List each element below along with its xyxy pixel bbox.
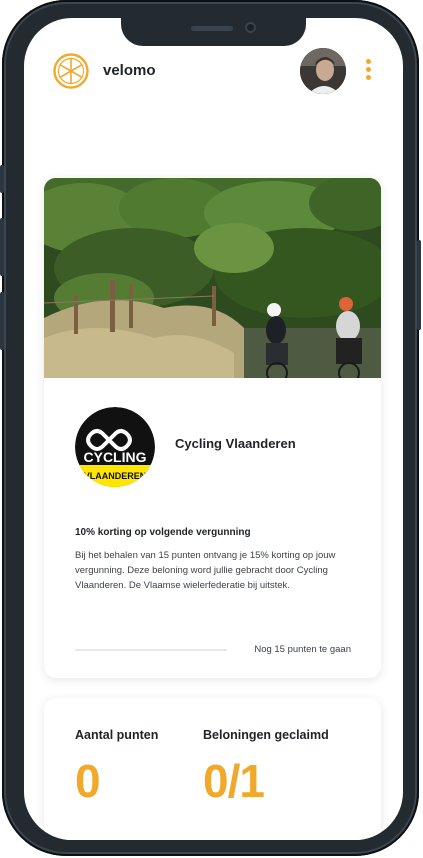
orange-slice-icon[interactable] bbox=[52, 52, 90, 90]
reward-description: Bij het behalen van 15 punten ontvang je… bbox=[75, 550, 336, 591]
points-value: 0 bbox=[75, 755, 101, 807]
more-vertical-icon[interactable] bbox=[363, 59, 373, 83]
sponsor-logo: CYCLING VLAANDEREN bbox=[75, 407, 155, 487]
rewards-claimed-value: 0/1 bbox=[203, 755, 265, 807]
reward-title: 10% korting op volgende vergunning bbox=[75, 527, 251, 538]
user-avatar[interactable] bbox=[300, 48, 346, 94]
cyclists-hero-photo bbox=[44, 178, 381, 378]
points-label: Aantal punten bbox=[75, 728, 159, 742]
side-button-volume-up bbox=[0, 218, 4, 276]
app-screen: velomo CYCLING VLAANDEREN Cycling Vlaand… bbox=[24, 18, 403, 840]
progress-bar bbox=[75, 649, 227, 651]
app-header: velomo bbox=[24, 48, 403, 98]
stats-card: Aantal punten 0 Beloningen geclaimd 0/1 bbox=[44, 698, 381, 840]
progress-text: Nog 15 punten te gaan bbox=[254, 644, 351, 655]
phone-frame: velomo CYCLING VLAANDEREN Cycling Vlaand… bbox=[0, 0, 421, 856]
side-button-volume-down bbox=[0, 292, 4, 350]
sponsor-name: Cycling Vlaanderen bbox=[175, 436, 296, 451]
front-camera bbox=[245, 22, 256, 33]
rewards-claimed-label: Beloningen geclaimd bbox=[203, 728, 329, 742]
reward-card[interactable]: CYCLING VLAANDEREN Cycling Vlaanderen 10… bbox=[44, 178, 381, 678]
notch bbox=[121, 18, 306, 46]
logo-text-cycling: CYCLING bbox=[84, 449, 147, 465]
logo-text-vlaanderen: VLAANDEREN bbox=[84, 471, 147, 481]
avatar-photo bbox=[300, 48, 346, 94]
app-title: velomo bbox=[103, 62, 156, 79]
side-button-silent bbox=[0, 165, 4, 193]
speaker-grille bbox=[191, 26, 233, 31]
side-button-power bbox=[417, 240, 421, 330]
cycling-vlaanderen-logo: CYCLING VLAANDEREN bbox=[75, 407, 155, 487]
